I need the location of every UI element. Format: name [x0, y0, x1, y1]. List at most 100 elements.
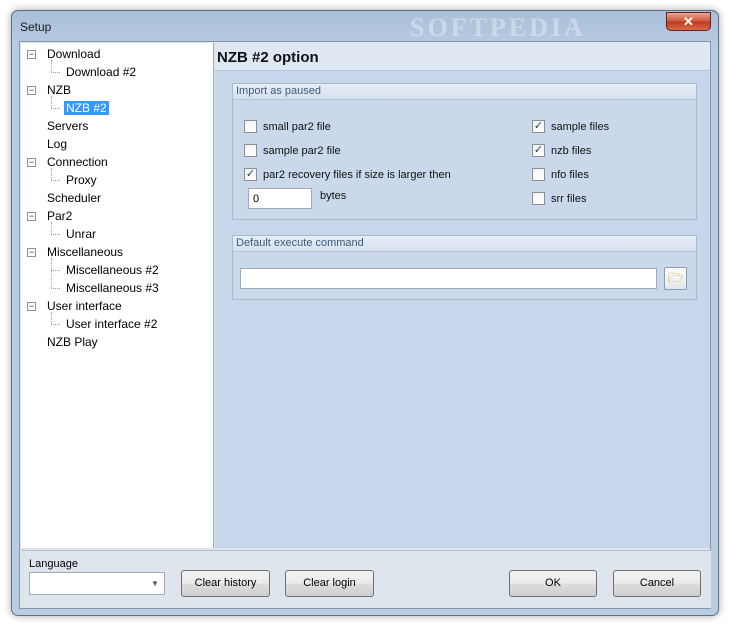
- tree-item-label: Par2: [47, 209, 73, 223]
- tree-item-unrar[interactable]: Unrar: [64, 226, 98, 242]
- tree-item-label: Scheduler: [47, 191, 102, 205]
- import-as-paused-group: Import as paused small par2 file sample …: [232, 83, 697, 220]
- collapse-icon[interactable]: −: [27, 302, 36, 311]
- par2-recovery-checkbox[interactable]: ✓: [244, 167, 257, 181]
- close-button[interactable]: ✕: [666, 12, 711, 31]
- setup-window: Setup SOFTPEDIA ✕ Download − Download #2 NZ…: [11, 10, 719, 616]
- tree-item-miscellaneous-2[interactable]: Miscellaneous #2: [64, 262, 161, 278]
- tree-item-label: NZB: [47, 83, 71, 97]
- tree-item-download-2[interactable]: Download #2: [64, 64, 138, 80]
- tree-item-label: NZB #2: [64, 101, 109, 115]
- collapse-icon[interactable]: −: [27, 212, 36, 221]
- nfo-files-checkbox[interactable]: [532, 167, 545, 181]
- tree-connector: [51, 324, 60, 325]
- sample-par2-checkbox[interactable]: [244, 143, 257, 157]
- tree-item-user-interface[interactable]: User interface: [45, 298, 124, 314]
- small-par2-checkbox-row[interactable]: small par2 file: [244, 119, 331, 136]
- sample-par2-checkbox-row[interactable]: sample par2 file: [244, 143, 341, 160]
- tree-connector: [51, 108, 60, 109]
- tree-item-label: Connection: [47, 155, 108, 169]
- small-par2-checkbox[interactable]: [244, 119, 257, 133]
- sample-files-checkbox[interactable]: ✓: [532, 119, 545, 133]
- tree-item-label: User interface #2: [66, 317, 158, 331]
- tree-item-download[interactable]: Download: [45, 46, 102, 62]
- srr-files-checkbox-row[interactable]: srr files: [532, 191, 587, 208]
- clear-history-button[interactable]: Clear history: [181, 570, 270, 597]
- checkbox-label: par2 recovery files if size is larger th…: [263, 169, 451, 181]
- collapse-icon[interactable]: −: [27, 86, 36, 95]
- tree-item-connection[interactable]: Connection: [45, 154, 110, 170]
- tree-item-nzb[interactable]: NZB: [45, 82, 73, 98]
- tree-item-label: NZB Play: [47, 335, 98, 349]
- tree-item-label: Miscellaneous: [47, 245, 124, 259]
- page-title: NZB #2 option: [217, 49, 319, 66]
- tree-item-miscellaneous-3[interactable]: Miscellaneous #3: [64, 280, 161, 296]
- group-header: Default execute command: [233, 236, 696, 252]
- tree-item-servers[interactable]: Servers: [45, 118, 90, 134]
- size-threshold-input[interactable]: [248, 188, 312, 209]
- close-icon: ✕: [683, 14, 694, 29]
- cancel-button[interactable]: Cancel: [613, 570, 701, 597]
- tree-item-par2[interactable]: Par2: [45, 208, 74, 224]
- tree-connector: [51, 222, 52, 234]
- tree-item-nzb-2[interactable]: NZB #2: [64, 100, 109, 116]
- checkbox-label: nfo files: [551, 169, 589, 181]
- collapse-icon[interactable]: −: [27, 50, 36, 59]
- par2-recovery-checkbox-row[interactable]: ✓ par2 recovery files if size is larger t…: [244, 167, 451, 184]
- watermark: SOFTPEDIA: [410, 13, 586, 42]
- bottom-bar: Language ▼ Clear history Clear login OK …: [21, 550, 711, 608]
- tree-connector: [51, 312, 52, 324]
- language-select[interactable]: ▼: [29, 572, 165, 595]
- tree-connector: [51, 234, 60, 235]
- bytes-label: bytes: [320, 190, 347, 202]
- clear-login-button[interactable]: Clear login: [285, 570, 374, 597]
- execute-command-input[interactable]: [240, 268, 657, 289]
- window-title: Setup: [20, 20, 52, 34]
- tree-connector: [51, 288, 60, 289]
- checkbox-label: nzb files: [551, 145, 592, 157]
- tree-connector: [51, 96, 52, 108]
- group-label: Default execute command: [236, 237, 364, 249]
- tree-connector: [51, 270, 60, 271]
- tree-item-user-interface-2[interactable]: User interface #2: [64, 316, 159, 332]
- ok-button[interactable]: OK: [509, 570, 597, 597]
- tree-item-label: Download: [47, 47, 101, 61]
- tree-item-log[interactable]: Log: [45, 136, 69, 152]
- nfo-files-checkbox-row[interactable]: nfo files: [532, 167, 589, 184]
- tree-item-label: Miscellaneous #3: [66, 281, 159, 295]
- settings-tree: Download − Download #2 NZB − NZB #2 Servers Log…: [21, 43, 214, 548]
- collapse-icon[interactable]: −: [27, 248, 36, 257]
- tree-item-label: Download #2: [66, 65, 137, 79]
- tree-item-label: Proxy: [66, 173, 97, 187]
- options-panel: NZB #2 option Import as paused small par…: [215, 43, 710, 548]
- tree-connector: [51, 60, 52, 72]
- collapse-icon[interactable]: −: [27, 158, 36, 167]
- sample-files-checkbox-row[interactable]: ✓ sample files: [532, 119, 610, 136]
- tree-item-miscellaneous[interactable]: Miscellaneous: [45, 244, 125, 260]
- tree-item-label: Unrar: [66, 227, 97, 241]
- panel-header: NZB #2 option: [215, 43, 710, 71]
- checkbox-label: srr files: [551, 193, 587, 205]
- tree-connector: [51, 72, 60, 73]
- language-label: Language: [29, 558, 78, 570]
- folder-open-icon: 🗁: [667, 270, 684, 285]
- nzb-files-checkbox[interactable]: ✓: [532, 143, 545, 157]
- srr-files-checkbox[interactable]: [532, 191, 545, 205]
- chevron-down-icon[interactable]: ▼: [147, 574, 163, 593]
- browse-command-button[interactable]: 🗁: [664, 267, 687, 290]
- default-execute-command-group: Default execute command 🗁: [232, 235, 697, 300]
- tree-item-scheduler[interactable]: Scheduler: [45, 190, 103, 206]
- checkbox-label: small par2 file: [263, 121, 331, 133]
- group-header: Import as paused: [233, 84, 696, 100]
- tree-item-nzb-play[interactable]: NZB Play: [45, 334, 100, 350]
- tree-connector: [51, 258, 52, 288]
- tree-item-proxy[interactable]: Proxy: [64, 172, 99, 188]
- checkbox-label: sample files: [551, 121, 610, 133]
- tree-item-label: Miscellaneous #2: [66, 263, 159, 277]
- tree-item-label: User interface: [47, 299, 122, 313]
- nzb-files-checkbox-row[interactable]: ✓ nzb files: [532, 143, 592, 160]
- title-bar[interactable]: Setup SOFTPEDIA ✕: [12, 11, 718, 42]
- checkbox-label: sample par2 file: [263, 145, 341, 157]
- tree-item-label: Log: [47, 137, 68, 151]
- group-label: Import as paused: [236, 85, 321, 97]
